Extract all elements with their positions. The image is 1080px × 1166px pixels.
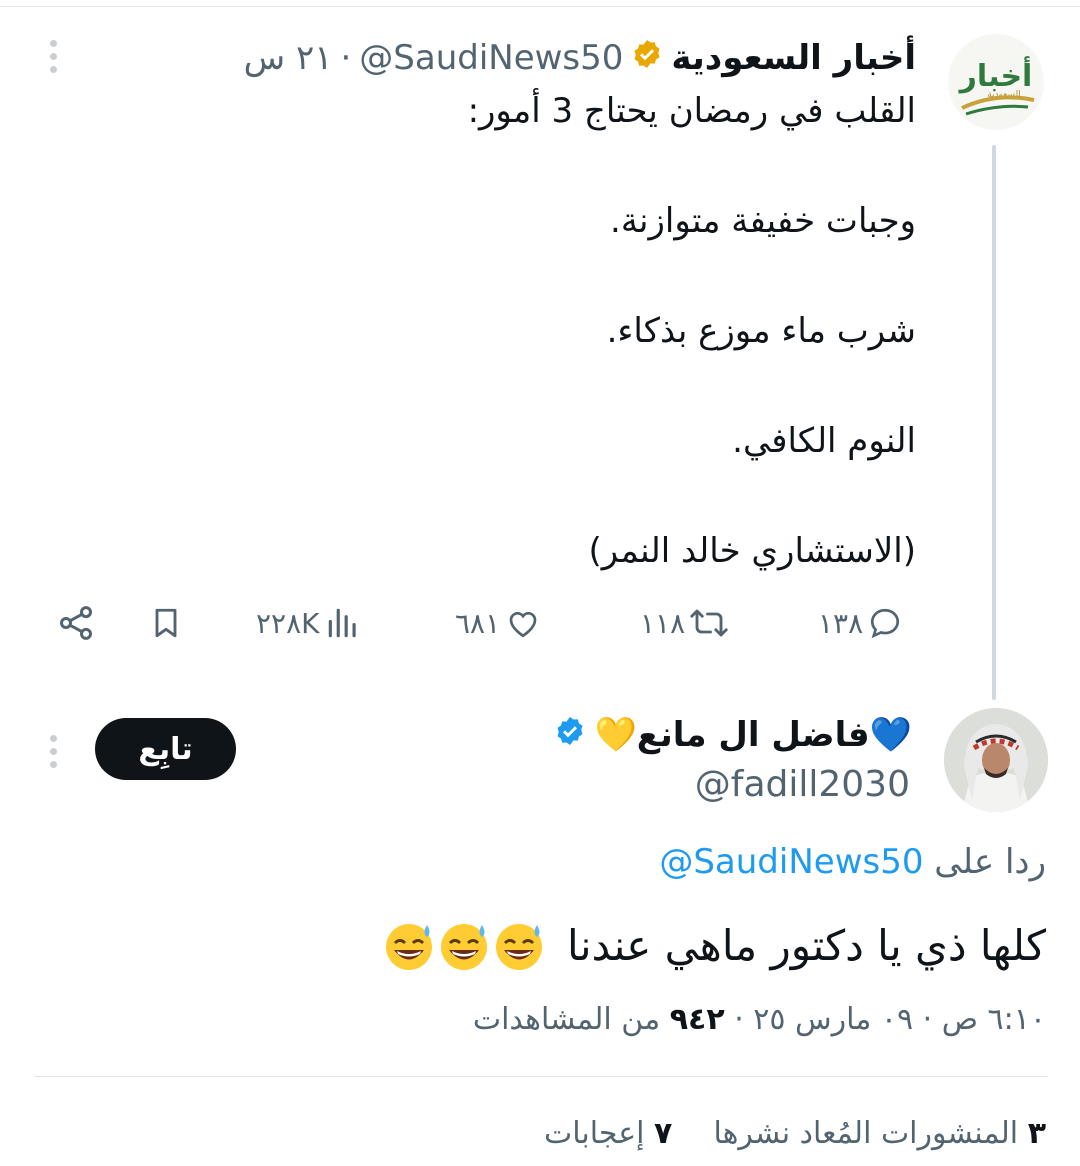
reply-count: ١٣٨ <box>818 606 864 640</box>
reply-text-row: كلها ذي يا دكتور ماهي عندنا <box>380 910 1046 980</box>
more-icon[interactable] <box>48 40 58 79</box>
likes-stat-count: ٧ <box>654 1116 673 1151</box>
replying-to-prefix: ردا على <box>934 842 1046 882</box>
saudinews-logo: أخبار السعودية <box>948 34 1044 130</box>
likes-stat-label: إعجابات <box>544 1116 645 1151</box>
reply-views-label: من المشاهدات <box>472 1002 661 1037</box>
svg-text:أخبار: أخبار <box>958 56 1033 94</box>
bookmark-button[interactable] <box>148 595 184 651</box>
reposts-stat-count: ٣ <box>1027 1116 1046 1151</box>
reposts-stat-label: المنشورات المُعاد نشرها <box>713 1116 1019 1151</box>
likes-stat[interactable]: ٧ إعجابات <box>544 1116 672 1151</box>
verified-blue-icon <box>554 715 586 756</box>
like-icon <box>509 611 537 638</box>
parent-tweet-text: القلب في رمضان يحتاج 3 أمور: وجبات خفيفة… <box>467 91 916 571</box>
parent-handle[interactable]: @SaudiNews50 <box>359 38 623 78</box>
avatar-photo <box>944 708 1048 812</box>
replying-to: ردا على @SaudiNews50 <box>659 842 1046 882</box>
reply-button[interactable]: ١٣٨ <box>818 595 903 651</box>
stats-divider <box>34 1076 1048 1077</box>
tweet-actions-bar: ١٣٨ ١١٨ ٦٨١ ٢٢٨K <box>0 595 1080 651</box>
reposts-stat[interactable]: ٣ المنشورات المُعاد نشرها <box>704 1116 1046 1151</box>
parent-tweet-header: أخبار السعودية @SaudiNews50 · ٢١ س <box>244 34 916 82</box>
views-count: ٢٢٨K <box>256 606 320 640</box>
repost-icon <box>690 609 728 637</box>
repost-count: ١١٨ <box>640 606 686 640</box>
saudinews-avatar[interactable]: أخبار السعودية <box>948 34 1044 130</box>
like-count: ٦٨١ <box>455 606 501 640</box>
header-separator: · <box>340 38 352 78</box>
reply-icon <box>871 608 900 639</box>
reply-author-handle[interactable]: @fadill2030 <box>695 764 910 805</box>
repost-button[interactable]: ١١٨ <box>640 595 729 651</box>
share-icon <box>59 606 93 640</box>
views-button[interactable]: ٢٢٨K <box>256 595 363 651</box>
reply-author-row: 💙فاضل ال مانع💛 <box>546 712 912 758</box>
bookmark-icon <box>155 608 177 638</box>
reply-views-count: ٩٤٢ <box>669 1002 725 1037</box>
share-button[interactable] <box>56 595 96 651</box>
engagement-stats: ٣ المنشورات المُعاد نشرها ٧ إعجابات <box>544 1116 1046 1151</box>
parent-author-name[interactable]: أخبار السعودية <box>671 38 916 78</box>
reply-author-name[interactable]: 💙فاضل ال مانع💛 <box>594 715 912 755</box>
verified-gold-icon <box>631 38 663 79</box>
follow-button[interactable]: تابِع <box>95 718 236 780</box>
reply-more-icon[interactable] <box>48 735 58 774</box>
sweat-smile-emoji <box>493 919 545 971</box>
like-button[interactable]: ٦٨١ <box>455 595 542 651</box>
reply-timestamp[interactable]: ٦:١٠ ص · ٠٩ مارس ٢٥ · <box>734 1002 1046 1037</box>
reply-author-avatar[interactable] <box>944 708 1048 812</box>
reply-text: كلها ذي يا دكتور ماهي عندنا <box>567 920 1046 970</box>
sweat-smile-emoji <box>383 919 435 971</box>
reply-meta: ٦:١٠ ص · ٠٩ مارس ٢٥ · ٩٤٢ من المشاهدات <box>473 1002 1046 1037</box>
parent-timestamp[interactable]: ٢١ س <box>244 38 333 78</box>
replying-to-handle[interactable]: @SaudiNews50 <box>659 842 923 882</box>
sweat-smile-emoji <box>438 919 490 971</box>
views-icon <box>329 608 357 638</box>
top-divider <box>0 6 1080 7</box>
